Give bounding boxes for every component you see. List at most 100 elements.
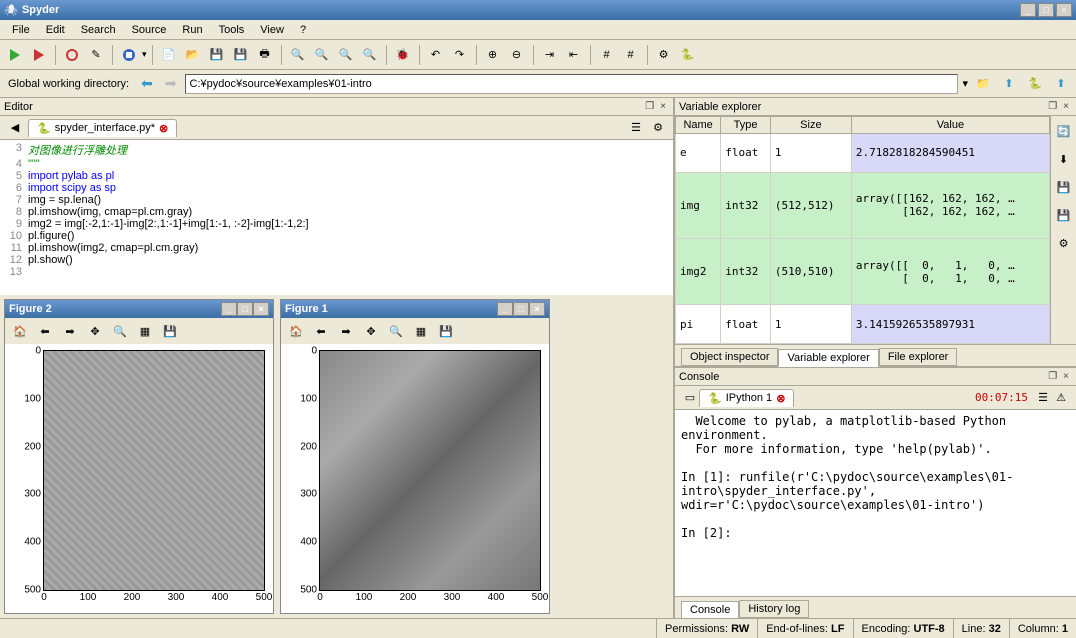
working-directory-input[interactable] <box>185 74 959 94</box>
zoom-icon[interactable]: 🔍 <box>109 320 131 342</box>
panel-tab[interactable]: Console <box>681 601 739 618</box>
find-icon[interactable]: 🔍 <box>287 44 309 66</box>
fig-max-icon[interactable]: □ <box>513 302 529 316</box>
python-icon[interactable]: 🐍 <box>1024 73 1046 95</box>
console-menu-icon[interactable]: ☰ <box>1034 389 1052 407</box>
fig-min-icon[interactable]: _ <box>497 302 513 316</box>
import-icon[interactable]: ⬇ <box>1053 148 1075 170</box>
menu-run[interactable]: Run <box>174 22 210 38</box>
home-icon[interactable]: 🏠 <box>285 320 307 342</box>
edit-icon[interactable]: ✎ <box>85 44 107 66</box>
debug-icon[interactable]: 🐞 <box>392 44 414 66</box>
replace-icon[interactable]: 🔍 <box>359 44 381 66</box>
fig-close-icon[interactable]: × <box>529 302 545 316</box>
menu-tools[interactable]: Tools <box>211 22 253 38</box>
variable-row[interactable]: img2int32(510,510)array([[ 0, 1, 0, … [ … <box>676 238 1050 304</box>
menu-view[interactable]: View <box>252 22 292 38</box>
column-header[interactable]: Value <box>851 117 1049 134</box>
subplot-icon[interactable]: ▦ <box>134 320 156 342</box>
close-panel-icon[interactable]: × <box>657 101 669 112</box>
column-header[interactable]: Type <box>721 117 771 134</box>
save-data-icon[interactable]: 💾 <box>1053 176 1075 198</box>
column-header[interactable]: Size <box>770 117 851 134</box>
back-icon[interactable]: ⬅ <box>310 320 332 342</box>
undock-icon[interactable]: ❐ <box>642 101 657 112</box>
zoom-icon[interactable]: 🔍 <box>385 320 407 342</box>
save-icon[interactable]: 💾 <box>206 44 228 66</box>
variable-row[interactable]: pifloat13.1415926535897931 <box>676 305 1050 344</box>
undock-icon[interactable]: ❐ <box>1045 371 1060 382</box>
menu-edit[interactable]: Edit <box>38 22 73 38</box>
tab-close-icon[interactable]: ⊗ <box>159 122 168 135</box>
fig-min-icon[interactable]: _ <box>221 302 237 316</box>
forward-icon[interactable]: ➡ <box>59 320 81 342</box>
fig-max-icon[interactable]: □ <box>237 302 253 316</box>
stop-icon[interactable] <box>118 44 140 66</box>
minimize-button[interactable]: _ <box>1020 3 1036 17</box>
close-button[interactable]: × <box>1056 3 1072 17</box>
options-icon[interactable]: ⚙ <box>1053 232 1075 254</box>
home-icon[interactable]: 🏠 <box>9 320 31 342</box>
tab-close-icon[interactable]: ⊗ <box>776 392 785 405</box>
run-selection-icon[interactable] <box>28 44 50 66</box>
dropdown-icon[interactable]: ▾ <box>962 77 968 90</box>
menu-file[interactable]: File <box>4 22 38 38</box>
variable-row[interactable]: imgint32(512,512)array([[162, 162, 162, … <box>676 172 1050 238</box>
subplot-icon[interactable]: ▦ <box>410 320 432 342</box>
python-path-icon[interactable]: 🐍 <box>677 44 699 66</box>
figure-window[interactable]: Figure 1_□× 🏠 ⬅ ➡ ✥ 🔍 ▦ 💾 01002003004005… <box>280 299 550 614</box>
panel-tab[interactable]: Variable explorer <box>778 349 878 367</box>
uncomment-icon[interactable]: # <box>620 44 642 66</box>
column-header[interactable]: Name <box>676 117 721 134</box>
panel-tab[interactable]: Object inspector <box>681 348 778 366</box>
back-icon[interactable]: ⬅ <box>34 320 56 342</box>
editor-options-icon[interactable]: ⚙ <box>649 119 667 137</box>
comment-icon[interactable]: # <box>596 44 618 66</box>
save-as-icon[interactable]: 💾 <box>1053 204 1075 226</box>
undo-icon[interactable]: ↶ <box>425 44 447 66</box>
panel-tab[interactable]: History log <box>739 600 809 618</box>
fig-close-icon[interactable]: × <box>253 302 269 316</box>
parent-dir-icon[interactable]: ⬆ <box>998 73 1020 95</box>
browse-tabs-icon[interactable]: ☰ <box>627 119 645 137</box>
save-all-icon[interactable]: 💾 <box>230 44 252 66</box>
pan-icon[interactable]: ✥ <box>84 320 106 342</box>
preferences-icon[interactable]: ⚙ <box>653 44 675 66</box>
maximize-button[interactable]: □ <box>1038 3 1054 17</box>
new-file-icon[interactable]: 📄 <box>158 44 180 66</box>
find-prev-icon[interactable]: 🔍 <box>335 44 357 66</box>
pan-icon[interactable]: ✥ <box>360 320 382 342</box>
zoom-out-icon[interactable]: ⊖ <box>506 44 528 66</box>
prev-tab-icon[interactable]: ◀ <box>6 119 24 137</box>
figure-window[interactable]: Figure 2_□× 🏠 ⬅ ➡ ✥ 🔍 ▦ 💾 01002003004005… <box>4 299 274 614</box>
console-output[interactable]: Welcome to pylab, a matplotlib-based Pyt… <box>675 410 1076 596</box>
forward-icon[interactable]: ➡ <box>335 320 357 342</box>
zoom-in-icon[interactable]: ⊕ <box>482 44 504 66</box>
panel-tab[interactable]: File explorer <box>879 348 958 366</box>
terminal-icon[interactable]: ▭ <box>681 389 699 407</box>
config-icon[interactable] <box>61 44 83 66</box>
up-arrow-icon[interactable]: ⬆ <box>1050 73 1072 95</box>
menu-search[interactable]: Search <box>73 22 124 38</box>
open-file-icon[interactable]: 📂 <box>182 44 204 66</box>
code-editor[interactable]: 3对图像进行浮雕处理4"""5import pylab as pl6import… <box>0 140 673 295</box>
close-panel-icon[interactable]: × <box>1060 371 1072 382</box>
variable-row[interactable]: efloat12.7182818284590451 <box>676 134 1050 173</box>
back-icon[interactable]: ⬅ <box>137 75 157 92</box>
indent-icon[interactable]: ⇥ <box>539 44 561 66</box>
close-panel-icon[interactable]: × <box>1060 101 1072 112</box>
save-fig-icon[interactable]: 💾 <box>159 320 181 342</box>
variable-table[interactable]: NameTypeSizeValue efloat12.7182818284590… <box>675 116 1050 344</box>
undock-icon[interactable]: ❐ <box>1045 101 1060 112</box>
print-icon[interactable]: 🖶 <box>254 44 276 66</box>
save-fig-icon[interactable]: 💾 <box>435 320 457 342</box>
find-next-icon[interactable]: 🔍 <box>311 44 333 66</box>
menu-?[interactable]: ? <box>292 22 314 38</box>
browse-icon[interactable]: 📁 <box>972 73 994 95</box>
menu-source[interactable]: Source <box>124 22 175 38</box>
refresh-icon[interactable]: 🔄 <box>1053 120 1075 142</box>
console-tab[interactable]: 🐍 IPython 1 ⊗ <box>699 389 794 407</box>
redo-icon[interactable]: ↷ <box>449 44 471 66</box>
run-icon[interactable] <box>4 44 26 66</box>
editor-tab[interactable]: 🐍 spyder_interface.py* ⊗ <box>28 119 177 137</box>
